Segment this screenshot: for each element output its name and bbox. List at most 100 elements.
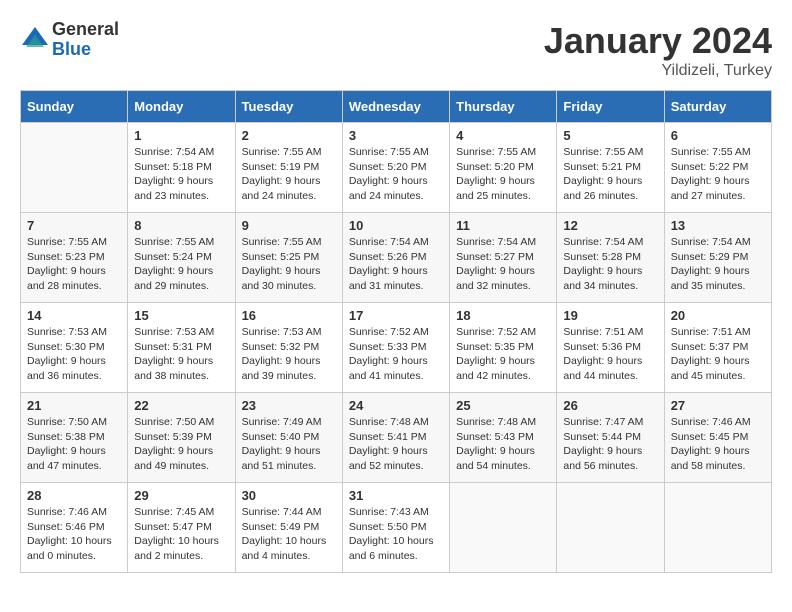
month-title: January 2024 (544, 20, 772, 62)
day-info: Sunrise: 7:53 AMSunset: 5:32 PMDaylight:… (242, 325, 336, 384)
day-info: Sunrise: 7:55 AMSunset: 5:25 PMDaylight:… (242, 235, 336, 294)
day-number: 21 (27, 398, 121, 413)
day-info: Sunrise: 7:55 AMSunset: 5:20 PMDaylight:… (456, 145, 550, 204)
calendar-cell: 30 Sunrise: 7:44 AMSunset: 5:49 PMDayligh… (235, 483, 342, 573)
weekday-header-wednesday: Wednesday (342, 91, 449, 123)
day-number: 9 (242, 218, 336, 233)
day-number: 23 (242, 398, 336, 413)
calendar-cell: 27 Sunrise: 7:46 AMSunset: 5:45 PMDayligh… (664, 393, 771, 483)
day-number: 29 (134, 488, 228, 503)
day-number: 11 (456, 218, 550, 233)
day-info: Sunrise: 7:50 AMSunset: 5:39 PMDaylight:… (134, 415, 228, 474)
logo-general: General (52, 20, 119, 40)
week-row-5: 28 Sunrise: 7:46 AMSunset: 5:46 PMDayligh… (21, 483, 772, 573)
weekday-header-saturday: Saturday (664, 91, 771, 123)
day-number: 19 (563, 308, 657, 323)
day-info: Sunrise: 7:48 AMSunset: 5:43 PMDaylight:… (456, 415, 550, 474)
day-number: 20 (671, 308, 765, 323)
day-info: Sunrise: 7:55 AMSunset: 5:21 PMDaylight:… (563, 145, 657, 204)
day-number: 18 (456, 308, 550, 323)
calendar-cell: 1 Sunrise: 7:54 AMSunset: 5:18 PMDaylight… (128, 123, 235, 213)
calendar-cell: 6Sunrise: 7:55 AMSunset: 5:22 PMDaylight… (664, 123, 771, 213)
calendar-cell: 31 Sunrise: 7:43 AMSunset: 5:50 PMDayligh… (342, 483, 449, 573)
day-info: Sunrise: 7:46 AMSunset: 5:45 PMDaylight:… (671, 415, 765, 474)
day-info: Sunrise: 7:52 AMSunset: 5:33 PMDaylight:… (349, 325, 443, 384)
day-number: 1 (134, 128, 228, 143)
calendar-cell: 2 Sunrise: 7:55 AMSunset: 5:19 PMDaylight… (235, 123, 342, 213)
calendar-cell: 11 Sunrise: 7:54 AMSunset: 5:27 PMDayligh… (450, 213, 557, 303)
day-number: 30 (242, 488, 336, 503)
day-info: Sunrise: 7:55 AMSunset: 5:20 PMDaylight:… (349, 145, 443, 204)
calendar-cell: 7 Sunrise: 7:55 AMSunset: 5:23 PMDaylight… (21, 213, 128, 303)
weekday-header-monday: Monday (128, 91, 235, 123)
day-number: 25 (456, 398, 550, 413)
day-number: 26 (563, 398, 657, 413)
logo-blue: Blue (52, 40, 119, 60)
day-info: Sunrise: 7:54 AMSunset: 5:18 PMDaylight:… (134, 145, 228, 204)
day-number: 13 (671, 218, 765, 233)
day-number: 16 (242, 308, 336, 323)
calendar-cell: 18Sunrise: 7:52 AMSunset: 5:35 PMDayligh… (450, 303, 557, 393)
day-info: Sunrise: 7:44 AMSunset: 5:49 PMDaylight:… (242, 505, 336, 564)
calendar-cell: 12 Sunrise: 7:54 AMSunset: 5:28 PMDayligh… (557, 213, 664, 303)
day-info: Sunrise: 7:55 AMSunset: 5:23 PMDaylight:… (27, 235, 121, 294)
calendar-cell: 24Sunrise: 7:48 AMSunset: 5:41 PMDayligh… (342, 393, 449, 483)
calendar-cell (21, 123, 128, 213)
week-row-1: 1 Sunrise: 7:54 AMSunset: 5:18 PMDaylight… (21, 123, 772, 213)
day-number: 27 (671, 398, 765, 413)
calendar-cell: 29Sunrise: 7:45 AMSunset: 5:47 PMDayligh… (128, 483, 235, 573)
day-info: Sunrise: 7:47 AMSunset: 5:44 PMDaylight:… (563, 415, 657, 474)
calendar-cell: 20Sunrise: 7:51 AMSunset: 5:37 PMDayligh… (664, 303, 771, 393)
calendar-cell: 28 Sunrise: 7:46 AMSunset: 5:46 PMDayligh… (21, 483, 128, 573)
day-number: 2 (242, 128, 336, 143)
day-info: Sunrise: 7:53 AMSunset: 5:31 PMDaylight:… (134, 325, 228, 384)
day-number: 4 (456, 128, 550, 143)
day-number: 7 (27, 218, 121, 233)
logo-text: General Blue (52, 20, 119, 60)
calendar-cell: 22 Sunrise: 7:50 AMSunset: 5:39 PMDayligh… (128, 393, 235, 483)
calendar-cell: 21Sunrise: 7:50 AMSunset: 5:38 PMDayligh… (21, 393, 128, 483)
week-row-2: 7 Sunrise: 7:55 AMSunset: 5:23 PMDaylight… (21, 213, 772, 303)
day-info: Sunrise: 7:51 AMSunset: 5:36 PMDaylight:… (563, 325, 657, 384)
day-info: Sunrise: 7:54 AMSunset: 5:27 PMDaylight:… (456, 235, 550, 294)
day-number: 22 (134, 398, 228, 413)
day-number: 3 (349, 128, 443, 143)
calendar-cell: 14 Sunrise: 7:53 AMSunset: 5:30 PMDayligh… (21, 303, 128, 393)
title-block: January 2024 Yildizeli, Turkey (544, 20, 772, 80)
day-info: Sunrise: 7:54 AMSunset: 5:28 PMDaylight:… (563, 235, 657, 294)
calendar-cell (450, 483, 557, 573)
weekday-header-friday: Friday (557, 91, 664, 123)
calendar-cell: 23 Sunrise: 7:49 AMSunset: 5:40 PMDayligh… (235, 393, 342, 483)
day-number: 12 (563, 218, 657, 233)
weekday-header-sunday: Sunday (21, 91, 128, 123)
calendar-cell: 26 Sunrise: 7:47 AMSunset: 5:44 PMDayligh… (557, 393, 664, 483)
calendar-cell: 16 Sunrise: 7:53 AMSunset: 5:32 PMDayligh… (235, 303, 342, 393)
day-info: Sunrise: 7:43 AMSunset: 5:50 PMDaylight:… (349, 505, 443, 564)
week-row-4: 21Sunrise: 7:50 AMSunset: 5:38 PMDayligh… (21, 393, 772, 483)
logo-icon (20, 25, 50, 55)
day-info: Sunrise: 7:46 AMSunset: 5:46 PMDaylight:… (27, 505, 121, 564)
day-number: 28 (27, 488, 121, 503)
weekday-header-tuesday: Tuesday (235, 91, 342, 123)
day-number: 15 (134, 308, 228, 323)
day-info: Sunrise: 7:55 AMSunset: 5:24 PMDaylight:… (134, 235, 228, 294)
day-info: Sunrise: 7:49 AMSunset: 5:40 PMDaylight:… (242, 415, 336, 474)
calendar-table: SundayMondayTuesdayWednesdayThursdayFrid… (20, 90, 772, 573)
location: Yildizeli, Turkey (544, 62, 772, 80)
day-number: 14 (27, 308, 121, 323)
calendar-cell: 3 Sunrise: 7:55 AMSunset: 5:20 PMDaylight… (342, 123, 449, 213)
calendar-cell: 13Sunrise: 7:54 AMSunset: 5:29 PMDayligh… (664, 213, 771, 303)
day-info: Sunrise: 7:53 AMSunset: 5:30 PMDaylight:… (27, 325, 121, 384)
day-number: 5 (563, 128, 657, 143)
calendar-cell (557, 483, 664, 573)
day-info: Sunrise: 7:55 AMSunset: 5:19 PMDaylight:… (242, 145, 336, 204)
day-number: 31 (349, 488, 443, 503)
calendar-cell: 5 Sunrise: 7:55 AMSunset: 5:21 PMDaylight… (557, 123, 664, 213)
calendar-cell: 8Sunrise: 7:55 AMSunset: 5:24 PMDaylight… (128, 213, 235, 303)
calendar-cell: 4 Sunrise: 7:55 AMSunset: 5:20 PMDaylight… (450, 123, 557, 213)
day-number: 17 (349, 308, 443, 323)
day-info: Sunrise: 7:55 AMSunset: 5:22 PMDaylight:… (671, 145, 765, 204)
calendar-cell: 25 Sunrise: 7:48 AMSunset: 5:43 PMDayligh… (450, 393, 557, 483)
day-info: Sunrise: 7:48 AMSunset: 5:41 PMDaylight:… (349, 415, 443, 474)
calendar-cell: 15 Sunrise: 7:53 AMSunset: 5:31 PMDayligh… (128, 303, 235, 393)
